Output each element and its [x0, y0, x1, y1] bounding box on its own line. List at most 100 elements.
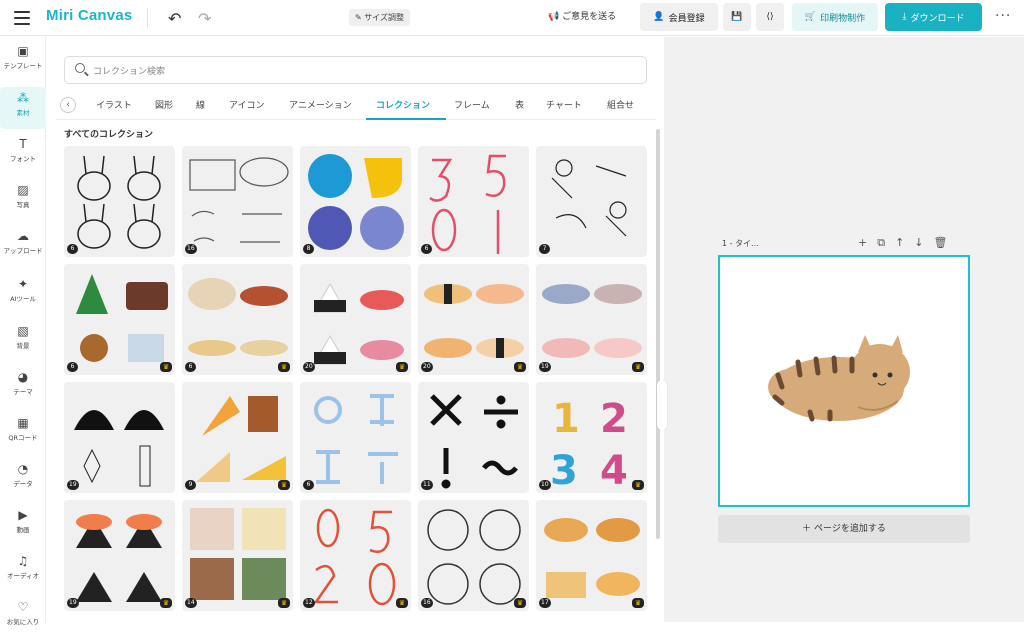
sidebar-item-background[interactable]: ▧ 背景: [0, 320, 46, 362]
panel-resize-handle[interactable]: [657, 380, 667, 430]
tab-7[interactable]: 表: [515, 98, 524, 111]
duplicate-icon[interactable]: ⧉: [877, 236, 895, 249]
size-adjust-button[interactable]: ✎ サイズ調整: [349, 9, 411, 26]
share-button[interactable]: ⟨⟩: [756, 3, 784, 31]
collection-preview: [76, 514, 162, 602]
collection-card-circled-numbers[interactable]: 16 ♛: [418, 500, 529, 611]
sidebar-item-ai[interactable]: ✦ AIツール: [0, 273, 46, 315]
app-logo[interactable]: Miri Canvas: [46, 7, 132, 24]
collection-card-people-illustrations[interactable]: 7: [536, 146, 647, 257]
text-icon: T: [19, 137, 27, 151]
more-icon[interactable]: ···: [995, 8, 1011, 24]
svg-text:1: 1: [552, 396, 580, 442]
count-badge: 10: [539, 480, 551, 490]
collection-preview: [551, 159, 627, 237]
count-badge: 19: [67, 480, 79, 490]
count-badge: 8: [303, 244, 314, 254]
collection-card-hangul-letters[interactable]: 6: [300, 382, 411, 493]
save-button[interactable]: 💾: [723, 3, 751, 31]
share-icon: ⟨⟩: [766, 12, 774, 22]
collection-preview: [313, 508, 396, 606]
add-page-button[interactable]: ＋ ページを追加する: [718, 515, 970, 543]
sidebar-item-label: 背景: [16, 342, 30, 350]
section-title: すべてのコレクション: [64, 130, 154, 140]
collection-card-3d-numbers[interactable]: 1 2 3 4 10 ♛: [536, 382, 647, 493]
search-placeholder: コレクション検索: [93, 67, 166, 77]
size-adjust-label: サイズ調整: [364, 13, 405, 22]
undo-icon[interactable]: ↶: [168, 9, 181, 28]
sidebar-item-template[interactable]: ▣ テンプレート: [0, 40, 46, 82]
sidebar-item-label: テンプレート: [3, 62, 43, 70]
design-page[interactable]: [718, 255, 970, 507]
collection-preview: [544, 518, 640, 598]
trash-icon[interactable]: 🗑: [934, 236, 958, 249]
download-button[interactable]: ⤓ ダウンロード: [885, 3, 982, 31]
sidebar-item-photo[interactable]: ▨ 写真: [0, 179, 46, 221]
crown-icon: ♛: [514, 598, 526, 608]
collection-card-badge-shapes[interactable]: 8: [300, 146, 411, 257]
sidebar-item-label: フォント: [10, 155, 36, 163]
collection-card-snacks[interactable]: 9 ♛: [182, 382, 293, 493]
feedback-button[interactable]: 📢 ご意見を送る: [548, 8, 616, 26]
count-badge: 6: [67, 244, 78, 254]
crown-icon: ♛: [632, 480, 644, 490]
elements-icon: ⁂: [17, 91, 29, 105]
collection-card-salmon-onigiri[interactable]: 19 ♛: [64, 500, 175, 611]
sidebar-item-label: データ: [13, 480, 33, 488]
collection-card-memo-papers[interactable]: 14 ♛: [182, 500, 293, 611]
count-badge: 19: [67, 598, 79, 608]
collection-card-onigiri-sushi[interactable]: 20 ♛: [300, 264, 411, 375]
collection-card-handwritten-numbers-red[interactable]: 12 ♛: [300, 500, 411, 611]
sidebar-item-audio[interactable]: ♫ オーディオ: [0, 550, 46, 592]
collection-card-waffles[interactable]: 17 ♛: [536, 500, 647, 611]
print-order-button[interactable]: 🛒 印刷物制作: [792, 3, 878, 31]
count-badge: 14: [185, 598, 197, 608]
top-bar: Miri Canvas ↶ ↷ ✎ サイズ調整 📢 ご意見を送る 👤 会員登録 💾…: [0, 0, 1024, 36]
ai-icon: ✦: [17, 277, 29, 291]
tab-4[interactable]: アニメーション: [289, 98, 352, 111]
collection-card-sushi-nigiri[interactable]: 20 ♛: [418, 264, 529, 375]
chevron-left-icon[interactable]: ‹: [60, 97, 76, 113]
sidebar-item-data[interactable]: ◔ データ: [0, 458, 46, 500]
sidebar-item-elements[interactable]: ⁂ 素材: [0, 87, 46, 129]
collection-card-food-dishes[interactable]: 6 ♛: [182, 264, 293, 375]
scrollbar[interactable]: [656, 129, 660, 539]
page-title[interactable]: 1 - タイ...: [722, 238, 759, 249]
crown-icon: ♛: [278, 480, 290, 490]
collection-card-speech-bubbles[interactable]: 16: [182, 146, 293, 257]
tab-8[interactable]: チャート: [546, 98, 582, 111]
sidebar-item-theme[interactable]: ◕ テーマ: [0, 366, 46, 408]
tab-3[interactable]: アイコン: [229, 98, 265, 111]
search-input[interactable]: コレクション検索: [64, 56, 647, 84]
redo-icon[interactable]: ↷: [198, 9, 211, 28]
sidebar-item-label: 写真: [16, 201, 30, 209]
collection-card-sushi-faces[interactable]: 19 ♛: [536, 264, 647, 375]
collection-card-camping[interactable]: 19: [64, 382, 175, 493]
move-down-icon[interactable]: ↓: [914, 236, 933, 249]
count-badge: 9: [185, 480, 196, 490]
menu-icon[interactable]: [14, 11, 30, 25]
member-register-button[interactable]: 👤 会員登録: [640, 3, 718, 31]
sidebar-item-heart[interactable]: ♡ お気に入り: [0, 596, 46, 638]
sidebar: ▣ テンプレート ⁂ 素材 T フォント ▨ 写真 ☁ アップロード ✦ AIツール ▧ 背景 ◕ テーマ ▦ Q…: [0, 37, 46, 626]
tab-9[interactable]: 組合せ: [607, 98, 634, 111]
add-icon[interactable]: +: [858, 236, 877, 249]
tab-5[interactable]: コレクション: [376, 98, 430, 111]
collection-card-math-symbols[interactable]: 11: [418, 382, 529, 493]
sidebar-item-qr[interactable]: ▦ QRコード: [0, 412, 46, 454]
sidebar-item-upload[interactable]: ☁ アップロード: [0, 225, 46, 267]
sidebar-item-label: アップロード: [3, 247, 43, 255]
collection-card-handwritten-numbers-pink[interactable]: 6: [418, 146, 529, 257]
sidebar-item-video[interactable]: ▶ 動画: [0, 504, 46, 546]
cat-illustration[interactable]: [720, 257, 968, 505]
sidebar-item-text[interactable]: T フォント: [0, 133, 46, 175]
collection-card-rabbit-faces[interactable]: 6: [64, 146, 175, 257]
tab-0[interactable]: イラスト: [96, 98, 132, 111]
count-badge: 11: [421, 480, 433, 490]
qr-icon: ▦: [17, 416, 29, 430]
tab-2[interactable]: 線: [196, 98, 205, 111]
tab-1[interactable]: 図形: [155, 98, 173, 111]
move-up-icon[interactable]: ↑: [895, 236, 914, 249]
tab-6[interactable]: フレーム: [454, 98, 490, 111]
collection-card-christmas[interactable]: 6 ♛: [64, 264, 175, 375]
